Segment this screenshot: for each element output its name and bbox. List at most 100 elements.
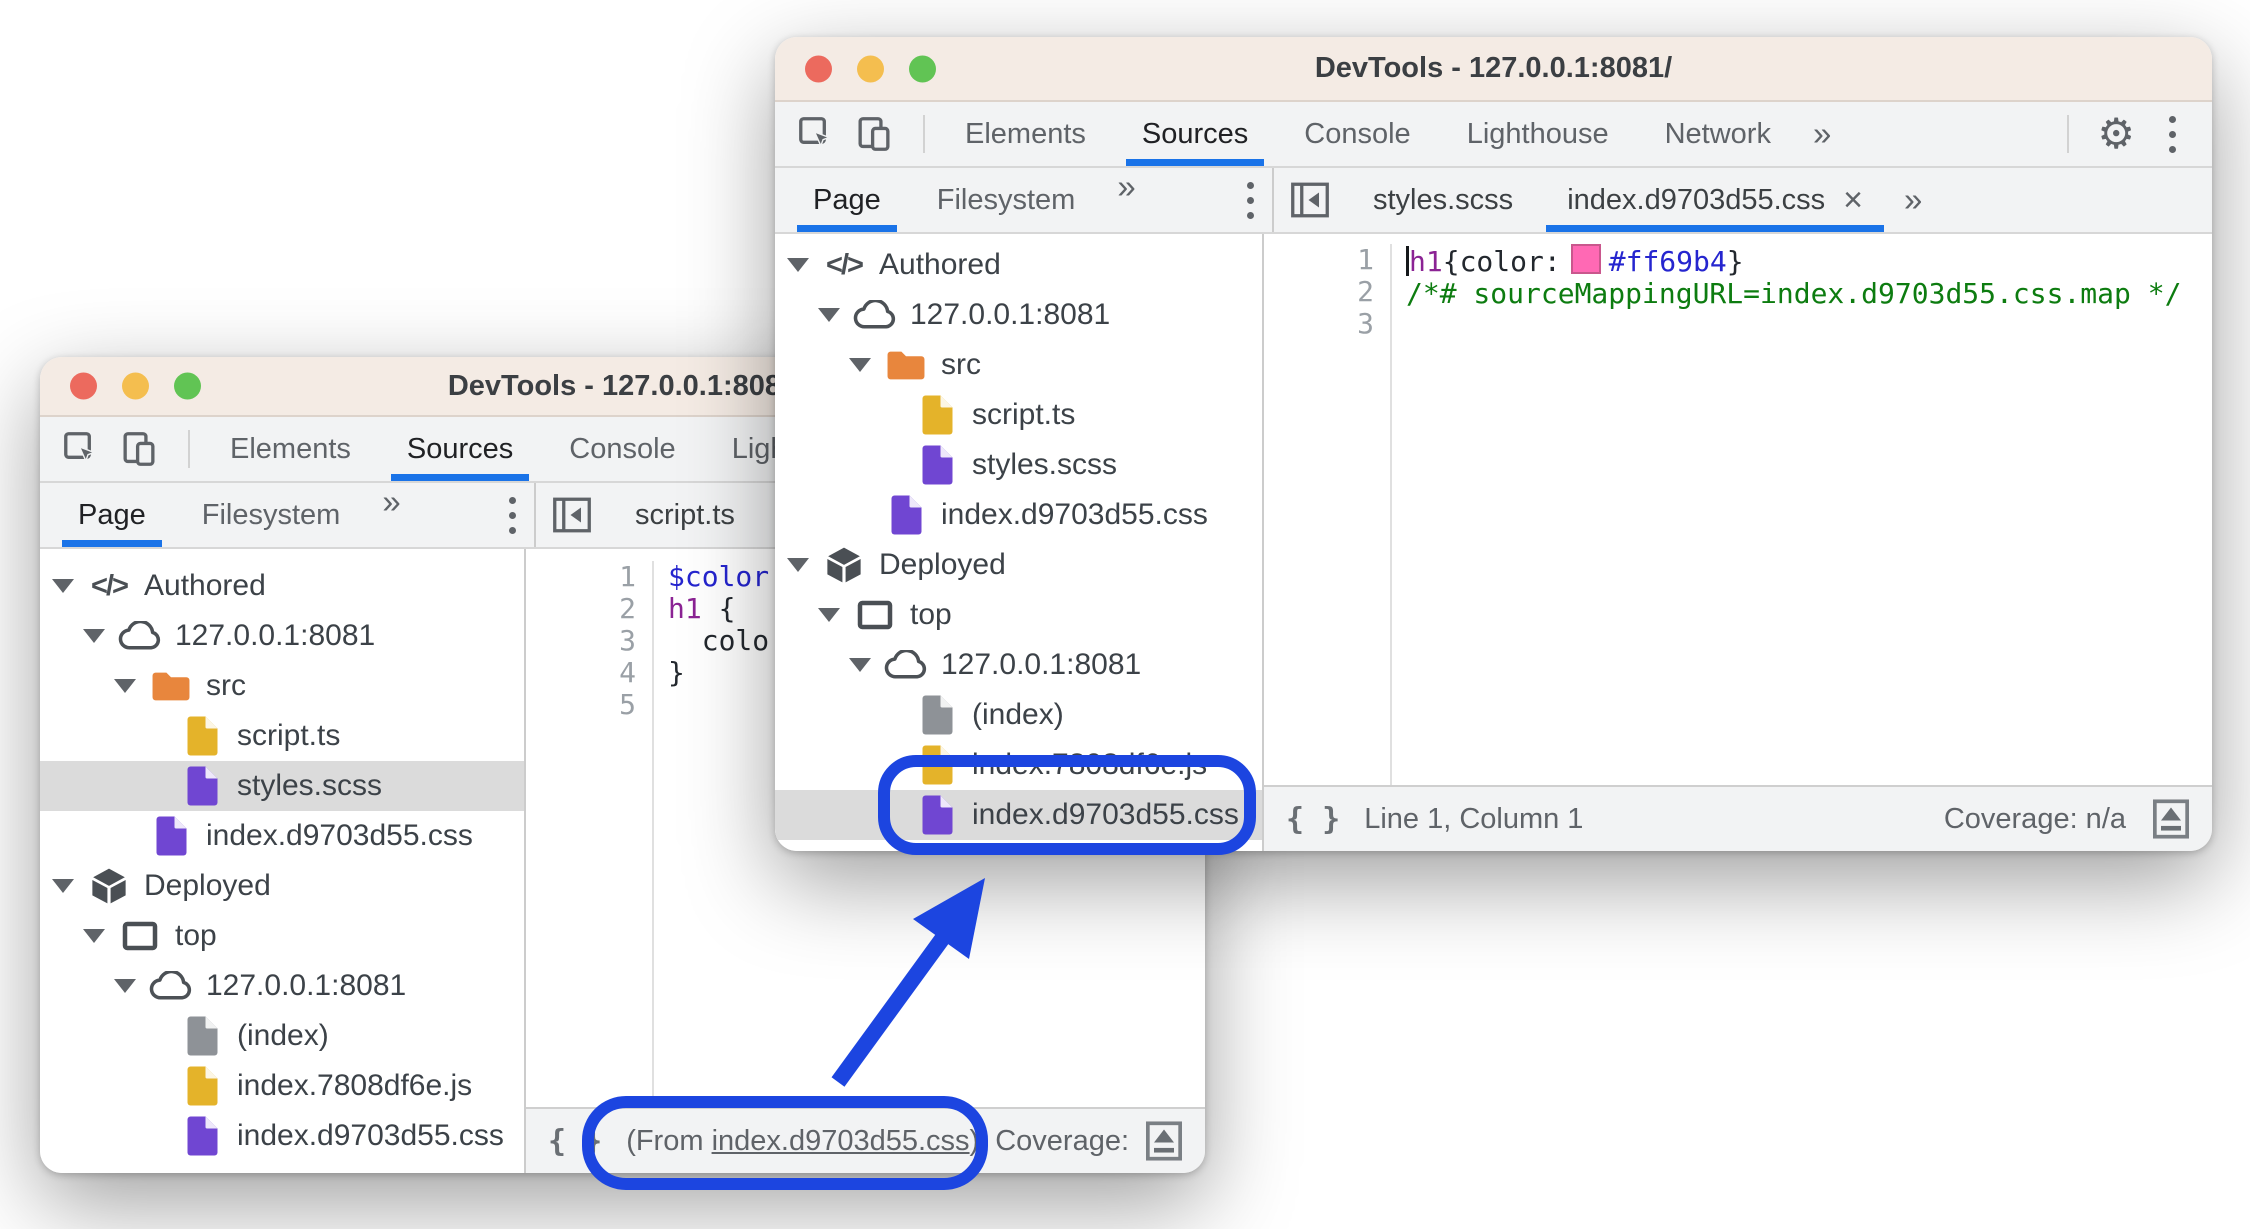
disclosure-triangle-icon[interactable]	[52, 879, 86, 893]
toolbar-separator	[188, 430, 190, 468]
editor-tabbar: styles.scss index.d9703d55.css × »	[1272, 168, 2212, 232]
disclosure-triangle-icon[interactable]	[114, 979, 148, 993]
close-icon[interactable]: ×	[1843, 181, 1863, 220]
tree-item-index[interactable]: (index)	[40, 1011, 524, 1061]
disclosure-triangle-icon[interactable]	[114, 679, 148, 693]
toolbar-separator	[923, 115, 925, 153]
more-navigator-tabs-chevron[interactable]: »	[1103, 168, 1149, 232]
collapse-sidebar-icon[interactable]	[1274, 168, 1346, 232]
expand-panel-icon[interactable]	[2152, 799, 2190, 839]
tab-page[interactable]: Page	[50, 483, 174, 547]
tree-item-authored[interactable]: </> Authored	[40, 561, 524, 611]
more-tabs-chevron[interactable]: »	[1799, 115, 1845, 153]
disclosure-triangle-icon[interactable]	[849, 658, 883, 672]
tree-item-styles-scss[interactable]: styles.scss	[40, 761, 524, 811]
file-icon-purple	[883, 494, 929, 536]
tab-console[interactable]: Console	[541, 417, 703, 481]
disclosure-triangle-icon[interactable]	[83, 629, 117, 643]
code-editor[interactable]: 123 h1{color: #ff69b4}/*# sourceMappingUR…	[1264, 234, 2212, 785]
disclosure-triangle-icon[interactable]	[787, 558, 821, 572]
tab-sources[interactable]: Sources	[379, 417, 541, 481]
disclosure-triangle-icon[interactable]	[818, 308, 852, 322]
close-window-button[interactable]	[70, 372, 97, 400]
disclosure-triangle-icon[interactable]	[83, 929, 117, 943]
pretty-print-icon[interactable]: { }	[548, 1124, 602, 1159]
tree-item-script-ts[interactable]: script.ts	[775, 390, 1262, 440]
minimize-window-button[interactable]	[122, 372, 149, 400]
tree-item-src[interactable]: src	[40, 661, 524, 711]
tab-network[interactable]: Network	[1637, 102, 1799, 166]
line-number: 1	[619, 560, 636, 593]
tab-filesystem[interactable]: Filesystem	[174, 483, 369, 547]
tree-item-label: index.d9703d55.css	[237, 1119, 504, 1152]
file-icon-gray	[914, 694, 960, 736]
file-icon-yellow	[179, 715, 225, 757]
zoom-window-button[interactable]	[174, 372, 201, 400]
expand-panel-icon[interactable]	[1145, 1121, 1183, 1161]
pretty-print-icon[interactable]: { }	[1286, 802, 1340, 837]
tree-item-127-0-0-1-8081[interactable]: 127.0.0.1:8081	[40, 611, 524, 661]
tab-script-ts[interactable]: script.ts	[608, 483, 762, 547]
tree-item-deployed[interactable]: Deployed	[40, 861, 524, 911]
tab-index-d9703d55-css[interactable]: index.d9703d55.css ×	[1540, 168, 1890, 232]
more-options-icon[interactable]	[1229, 181, 1272, 219]
disclosure-triangle-icon[interactable]	[52, 579, 86, 593]
tree-item-index-7808df6e-js[interactable]: index.7808df6e.js	[775, 740, 1262, 790]
tree-item-styles-scss[interactable]: styles.scss	[775, 440, 1262, 490]
disclosure-triangle-icon[interactable]	[787, 258, 821, 272]
tree-item-src[interactable]: src	[775, 340, 1262, 390]
tree-item-label: top	[175, 919, 217, 952]
mapped-file-link[interactable]: index.d9703d55.css	[712, 1125, 970, 1157]
tree-item-index-d9703d55-css[interactable]: index.d9703d55.css	[775, 790, 1262, 840]
more-navigator-tabs-chevron[interactable]: »	[368, 483, 414, 547]
tab-elements[interactable]: Elements	[202, 417, 379, 481]
zoom-window-button[interactable]	[909, 55, 936, 82]
disclosure-triangle-icon[interactable]	[849, 358, 883, 372]
tab-console[interactable]: Console	[1276, 102, 1438, 166]
inspect-element-icon[interactable]	[795, 113, 837, 155]
color-swatch[interactable]	[1570, 244, 1601, 274]
disclosure-triangle-icon[interactable]	[818, 608, 852, 622]
close-window-button[interactable]	[805, 55, 832, 82]
more-editor-tabs-chevron[interactable]: »	[1890, 181, 1936, 219]
inspect-element-icon[interactable]	[60, 428, 102, 470]
tree-item-index-d9703d55-css[interactable]: index.d9703d55.css	[40, 811, 524, 861]
tree-item-authored[interactable]: </> Authored	[775, 240, 1262, 290]
tab-elements[interactable]: Elements	[937, 102, 1114, 166]
traffic-lights	[805, 55, 936, 82]
device-toolbar-icon[interactable]	[118, 428, 160, 470]
tree-item-label: Deployed	[879, 548, 1006, 581]
tree-item-127-0-0-1-8081[interactable]: 127.0.0.1:8081	[775, 640, 1262, 690]
tree-item-deployed[interactable]: Deployed	[775, 540, 1262, 590]
more-options-icon[interactable]	[491, 496, 534, 534]
tree-item-top[interactable]: top	[40, 911, 524, 961]
tab-page[interactable]: Page	[785, 168, 909, 232]
titlebar[interactable]: DevTools - 127.0.0.1:8081/	[775, 37, 2212, 102]
minimize-window-button[interactable]	[857, 55, 884, 82]
tree-item-127-0-0-1-8081[interactable]: 127.0.0.1:8081	[40, 961, 524, 1011]
tree-item-script-ts[interactable]: script.ts	[40, 711, 524, 761]
more-options-icon[interactable]	[2151, 115, 2194, 153]
tree-item-label: index.d9703d55.css	[941, 498, 1208, 531]
file-tree[interactable]: </> Authored 127.0.0.1:8081 src script.ts sty…	[40, 549, 524, 1173]
tree-item-127-0-0-1-8081[interactable]: 127.0.0.1:8081	[775, 290, 1262, 340]
tree-item-top[interactable]: top	[775, 590, 1262, 640]
frame-icon	[117, 921, 163, 951]
tab-filesystem[interactable]: Filesystem	[909, 168, 1104, 232]
collapse-sidebar-icon[interactable]	[536, 483, 608, 547]
settings-gear-icon[interactable]: ⚙	[2081, 113, 2151, 155]
tree-item-index-d9703d55-css[interactable]: index.d9703d55.css	[775, 490, 1262, 540]
cursor-position-label: Line 1, Column 1	[1364, 802, 1584, 835]
tab-sources[interactable]: Sources	[1114, 102, 1276, 166]
tree-item-index[interactable]: (index)	[775, 690, 1262, 740]
file-icon-purple	[179, 765, 225, 807]
code-area[interactable]: h1{color: #ff69b4}/*# sourceMappingURL=in…	[1392, 244, 2212, 785]
file-tree[interactable]: </> Authored 127.0.0.1:8081 src script.ts sty…	[775, 234, 1262, 851]
tree-item-index-d9703d55-css[interactable]: index.d9703d55.css	[40, 1111, 524, 1161]
tab-styles-scss[interactable]: styles.scss	[1346, 168, 1540, 232]
device-toolbar-icon[interactable]	[853, 113, 895, 155]
tree-item-label: index.d9703d55.css	[972, 798, 1239, 831]
tab-lighthouse[interactable]: Lighthouse	[1439, 102, 1637, 166]
tree-item-index-7808df6e-js[interactable]: index.7808df6e.js	[40, 1061, 524, 1111]
line-number-gutter: 12345	[526, 561, 654, 1107]
